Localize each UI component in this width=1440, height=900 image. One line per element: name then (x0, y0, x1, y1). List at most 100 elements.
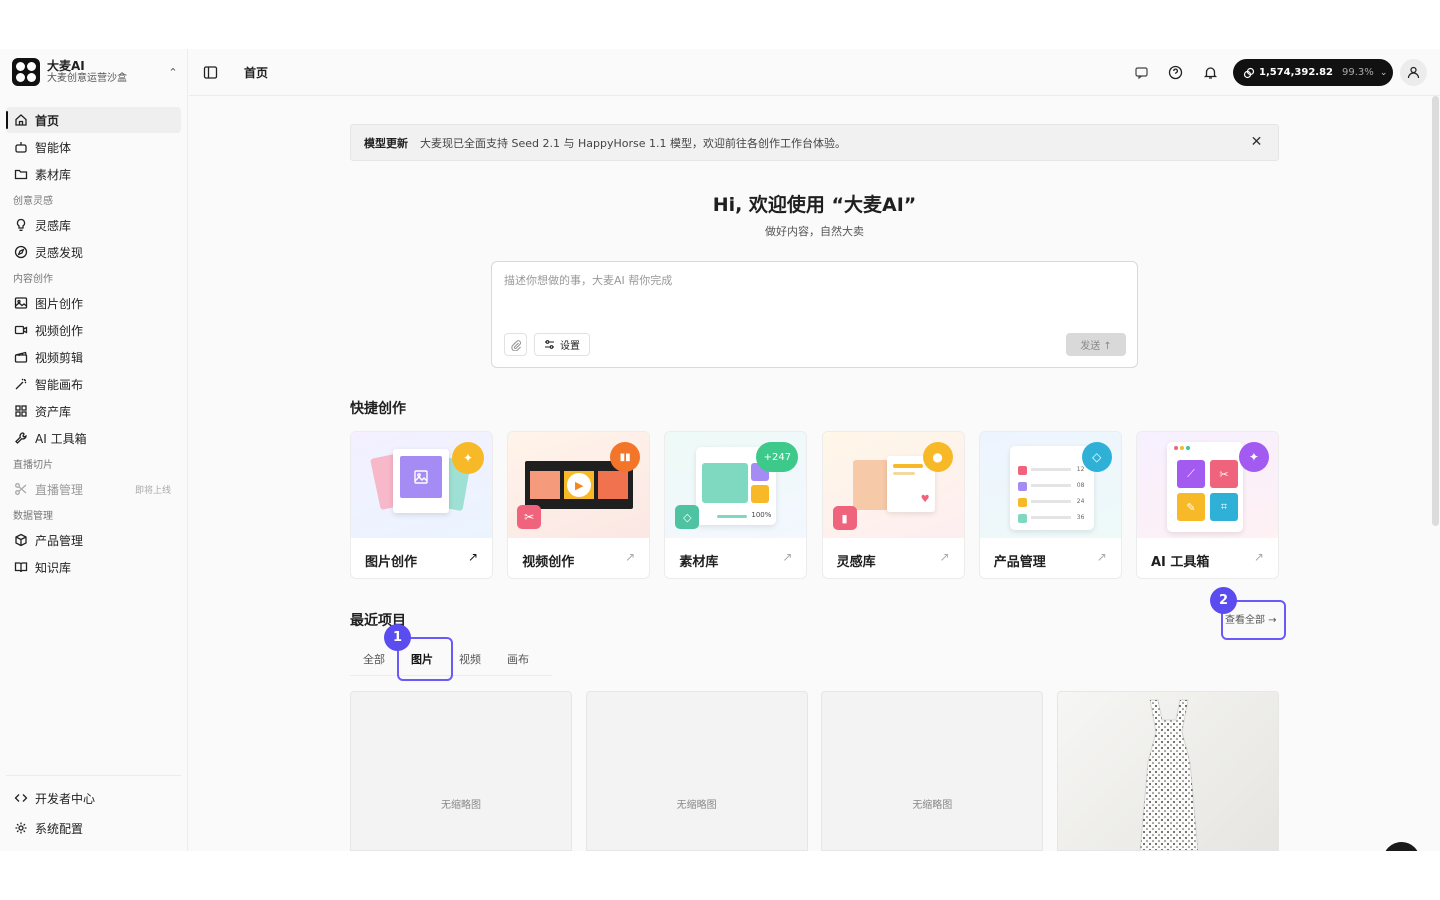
sidebar-item-system-settings[interactable]: 系统配置 (6, 814, 181, 842)
project-thumbnail[interactable]: 无缩略图 (821, 691, 1044, 851)
send-button[interactable]: 发送 ↑ (1066, 333, 1126, 356)
code-icon (14, 791, 28, 805)
prompt-input[interactable] (504, 274, 1124, 287)
quick-card-inspiration-library[interactable]: ♥ ● ▮ 灵感库 ↗ (821, 431, 965, 579)
sidebar-item-label: 智能体 (35, 140, 72, 155)
tab-canvas[interactable]: 画布 (494, 646, 542, 676)
count-badge: +247 (756, 442, 799, 472)
card-label: 图片创作 (365, 555, 418, 570)
sparkle-icon: ✦ (1238, 442, 1269, 472)
quick-card-ai-toolbox[interactable]: ⟋ ✂ ✎ ⌗ ✦ AI 工具箱 ↗ (1135, 431, 1279, 579)
sparkle-icon: ✦ (452, 442, 484, 474)
arrow-up-right-icon: ↗ (782, 550, 793, 564)
clapperboard-icon (14, 350, 28, 364)
tab-videos[interactable]: 视频 (446, 646, 494, 676)
message-icon[interactable] (1134, 65, 1149, 80)
sidebar-item-smart-canvas[interactable]: 智能画布 (6, 371, 181, 397)
sidebar: 大麦AI 大麦创意运营沙盒 ⌃ 首页 智能体 素材库 创意灵感 灵感库 灵感发现… (0, 49, 188, 851)
project-thumbnail[interactable]: 无缩略图 (350, 691, 572, 851)
package-icon (14, 533, 28, 547)
image-creation-illustration: ✦ (351, 432, 492, 538)
card-label: AI 工具箱 (1150, 555, 1210, 570)
welcome-subtitle: 做好内容，自然大卖 (765, 225, 864, 238)
home-icon (14, 113, 28, 127)
app-window: 大麦AI 大麦创意运营沙盒 ⌃ 首页 智能体 素材库 创意灵感 灵感库 灵感发现… (0, 49, 1440, 851)
sidebar-item-knowledge-base[interactable]: 知识库 (6, 554, 181, 580)
chevron-down-icon: ⌄ (1379, 67, 1388, 78)
quick-card-video-creation[interactable]: ▶ ▮▮ ✂ 视频创作 ↗ (507, 431, 651, 579)
credits-balance-button[interactable]: 1,574,392.82 99.3% ⌄ (1233, 59, 1393, 86)
sidebar-item-product-management[interactable]: 产品管理 (6, 527, 181, 553)
brand-name: 大麦AI (47, 58, 85, 73)
book-open-icon (14, 560, 28, 574)
attach-button[interactable] (504, 333, 527, 356)
sidebar-item-agents[interactable]: 智能体 (6, 134, 181, 160)
ai-toolbox-illustration: ⟋ ✂ ✎ ⌗ ✦ (1136, 432, 1278, 538)
help-icon[interactable] (1168, 65, 1183, 80)
card-label: 视频创作 (522, 555, 575, 570)
section-title: 内容创作 (13, 274, 53, 285)
sidebar-item-live-management[interactable]: 直播管理 即将上线 (6, 476, 181, 502)
top-header: 首页 1,574,392.82 99.3% ⌄ (189, 49, 1440, 96)
project-thumbnail[interactable]: 无缩略图 (585, 691, 808, 851)
material-library-illustration: 100% +247 ◇ (665, 432, 807, 538)
arrow-up-right-icon: ↗ (1253, 550, 1264, 564)
close-icon[interactable]: ✕ (1249, 135, 1264, 150)
tab-all[interactable]: 全部 (350, 646, 398, 676)
arrow-up-right-icon: ↗ (1096, 550, 1107, 564)
product-management-illustration: 12 08 24 36 ◇ (979, 432, 1121, 538)
lightbulb-icon: ● (922, 442, 953, 472)
inspiration-library-illustration: ♥ ● ▮ (822, 432, 964, 538)
chat-assistant-button[interactable] (1383, 842, 1420, 851)
sidebar-item-label: 首页 (35, 113, 60, 128)
sidebar-toggle-icon[interactable] (203, 65, 218, 80)
main-content: 模型更新 大麦现已全面支持 Seed 2.1 与 HappyHorse 1.1 … (189, 96, 1440, 851)
coming-soon-badge: 即将上线 (134, 485, 171, 496)
sidebar-item-image-creation[interactable]: 图片创作 (6, 290, 181, 316)
sidebar-item-video-editing[interactable]: 视频剪辑 (6, 344, 181, 370)
grid-icon (14, 404, 28, 418)
sidebar-item-label: 素材库 (35, 167, 72, 182)
workspace-switcher[interactable]: 大麦AI 大麦创意运营沙盒 ⌃ (12, 57, 180, 87)
robot-icon (14, 140, 28, 154)
magic-wand-icon (14, 377, 28, 391)
sidebar-item-label: 资产库 (35, 404, 72, 419)
arrow-up-right-icon: ↗ (467, 550, 478, 564)
sidebar-item-label: 灵感发现 (35, 245, 84, 260)
heart-icon: ♥ (920, 494, 930, 505)
folder-icon (14, 167, 28, 181)
sidebar-item-video-creation[interactable]: 视频创作 (6, 317, 181, 343)
brand-logo (12, 58, 40, 86)
project-thumbnail[interactable] (1056, 691, 1279, 851)
annotation-number: 2 (1210, 587, 1237, 614)
no-thumbnail-label: 无缩略图 (441, 800, 481, 811)
welcome-title: Hi, 欢迎使用 “大麦AI” (712, 194, 917, 216)
user-avatar[interactable] (1400, 59, 1427, 86)
announcement-banner: 模型更新 大麦现已全面支持 Seed 2.1 与 HappyHorse 1.1 … (350, 124, 1279, 161)
row-number: 36 (1076, 514, 1085, 521)
sidebar-item-inspiration-discover[interactable]: 灵感发现 (6, 239, 181, 265)
no-thumbnail-label: 无缩略图 (676, 800, 717, 811)
bell-icon[interactable] (1203, 65, 1218, 80)
sidebar-item-developer-center[interactable]: 开发者中心 (6, 784, 181, 812)
credits-percent: 99.3% (1342, 67, 1374, 78)
sidebar-item-ai-toolbox[interactable]: AI 工具箱 (6, 425, 181, 451)
sidebar-item-home[interactable]: 首页 (6, 107, 181, 133)
quick-card-product-management[interactable]: 12 08 24 36 ◇ 产品管理 ↗ (978, 431, 1122, 579)
sidebar-item-inspiration-library[interactable]: 灵感库 (6, 212, 181, 238)
sidebar-item-assets[interactable]: 资产库 (6, 398, 181, 424)
sidebar-item-materials[interactable]: 素材库 (6, 161, 181, 187)
quick-card-material-library[interactable]: 100% +247 ◇ 素材库 ↗ (664, 431, 808, 579)
recent-projects-grid: 无缩略图 无缩略图 无缩略图 (350, 691, 1279, 851)
sidebar-item-label: 知识库 (35, 560, 72, 575)
dress-photo (1139, 699, 1199, 850)
settings-button[interactable]: 设置 (534, 333, 590, 356)
quick-create-cards: ✦ 图片创作 ↗ ▶ ▮▮ ✂ 视频创作 ↗ 100% +247 ◇ 素材库 ↗… (350, 431, 1279, 579)
crop-icon: ⌗ (1209, 493, 1238, 521)
page-title: 首页 (244, 66, 269, 80)
sidebar-item-label: 图片创作 (35, 296, 84, 311)
quick-create-title: 快捷创作 (350, 401, 406, 417)
quick-card-image-creation[interactable]: ✦ 图片创作 ↗ (350, 431, 493, 579)
scissors-icon: ✂ (517, 505, 542, 529)
page-scrollbar[interactable] (1432, 96, 1439, 526)
